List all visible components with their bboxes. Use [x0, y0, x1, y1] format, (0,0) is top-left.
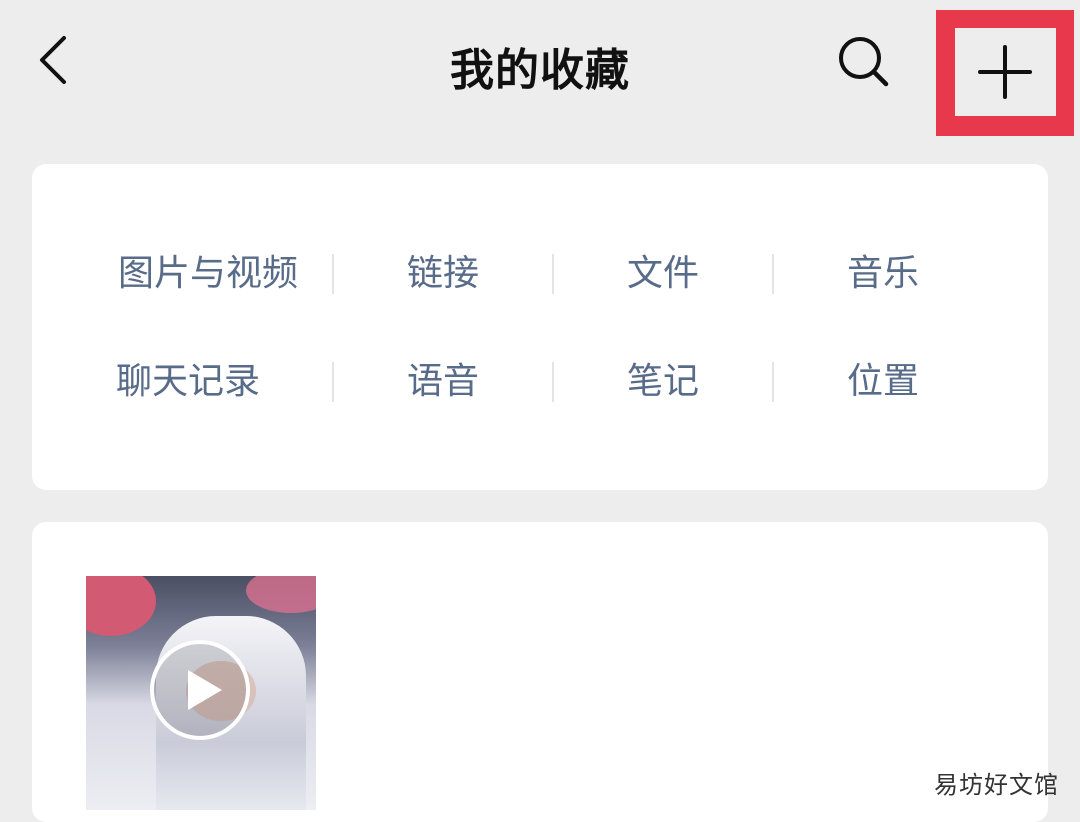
plus-icon: [978, 45, 1032, 99]
page-title: 我的收藏: [450, 45, 630, 96]
top-nav-bar: 我的收藏: [0, 0, 1080, 136]
add-button[interactable]: [955, 28, 1056, 116]
thumbnail-decoration: [246, 576, 316, 613]
category-images-videos[interactable]: 图片与视频: [97, 244, 319, 304]
video-thumbnail[interactable]: [86, 576, 316, 810]
category-chat-history[interactable]: 聊天记录: [77, 352, 299, 412]
category-card: 图片与视频 链接 文件 音乐 聊天记录 语音 笔记 位置: [32, 164, 1048, 490]
chevron-left-icon: [40, 36, 66, 84]
watermark: 易坊好文馆: [934, 771, 1059, 799]
category-location[interactable]: 位置: [772, 352, 994, 412]
play-icon[interactable]: [148, 638, 252, 742]
category-links[interactable]: 链接: [332, 244, 554, 304]
category-voice[interactable]: 语音: [332, 352, 554, 412]
category-files[interactable]: 文件: [552, 244, 774, 304]
back-button[interactable]: [30, 30, 80, 90]
category-music[interactable]: 音乐: [772, 244, 994, 304]
search-button[interactable]: [832, 30, 894, 92]
thumbnail-decoration: [86, 576, 156, 636]
category-notes[interactable]: 笔记: [552, 352, 774, 412]
favorite-item-card[interactable]: [32, 522, 1048, 822]
search-icon: [839, 37, 889, 87]
